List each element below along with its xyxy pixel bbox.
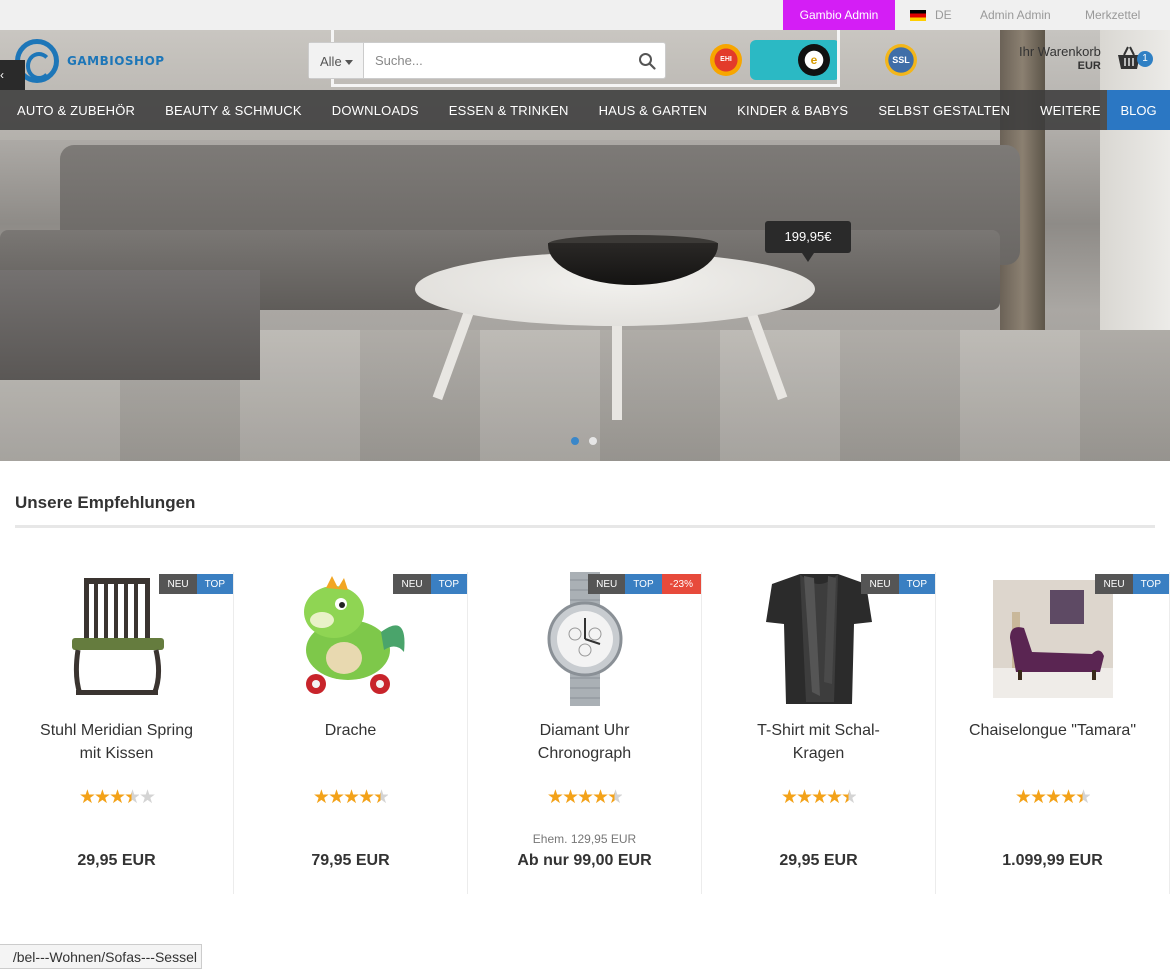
hero-sofa-chaise [0, 270, 260, 380]
product-ribbons: NEU TOP [159, 574, 233, 594]
product-name[interactable]: Drache [234, 719, 467, 742]
search-category-dropdown[interactable]: Alle [309, 43, 364, 78]
product-card[interactable]: NEU TOP Drache ★★★★★ 79,95 EUR [234, 572, 468, 894]
product-ribbons: NEU TOP -23% [588, 574, 701, 594]
category-nav: AUTO & ZUBEHÖR BEAUTY & SCHMUCK DOWNLOAD… [0, 90, 1170, 130]
section-divider [15, 525, 1155, 528]
product-name[interactable]: Stuhl Meridian Spring mit Kissen [0, 719, 233, 765]
slider-dot-1[interactable] [571, 437, 579, 445]
language-label: DE [935, 7, 952, 22]
product-name[interactable]: Diamant Uhr Chronograph [468, 719, 701, 765]
ribbon-top: TOP [625, 574, 662, 594]
product-rating: ★★★★★ [78, 787, 156, 808]
product-rating: ★★★★★ [312, 787, 390, 808]
language-selector[interactable]: DE [910, 0, 952, 30]
product-carousel: NEU TOP Stuhl Meridian Spring mit Kissen… [0, 572, 1170, 894]
product-price: Ab nur 99,00 EUR [517, 852, 652, 869]
product-price: 29,95 EUR [77, 852, 156, 869]
nav-item-downloads[interactable]: DOWNLOADS [317, 90, 434, 130]
ribbon-top: TOP [898, 574, 935, 594]
sidebar-toggle[interactable]: ‹ [0, 60, 25, 90]
product-card[interactable]: NEU TOP Stuhl Meridian Spring mit Kissen… [0, 572, 234, 894]
product-name[interactable]: T-Shirt mit Schal-Kragen [702, 719, 935, 765]
search-button[interactable] [629, 43, 665, 78]
product-ribbons: NEU TOP [861, 574, 935, 594]
product-card[interactable]: NEU TOP -23% Diamant Uhr Chronograph ★★★… [468, 572, 702, 894]
logo-text: GAMBIOSHOP [67, 54, 165, 68]
shop-logo[interactable]: GAMBIOSHOP [15, 39, 165, 83]
nav-item-beauty-schmuck[interactable]: BEAUTY & SCHMUCK [150, 90, 317, 130]
hero-window [1100, 30, 1170, 330]
product-old-price: Ehem. 129,95 EUR [532, 832, 637, 846]
user-account-link[interactable]: Admin Admin [980, 0, 1051, 31]
product-ribbons: NEU TOP [1095, 574, 1169, 594]
cart-title: Ihr Warenkorb [1019, 44, 1101, 59]
wishlist-link[interactable]: Merkzettel [1085, 0, 1140, 31]
product-rating: ★★★★★ [780, 787, 858, 808]
caret-down-icon [344, 60, 353, 66]
cart-amount: EUR [1077, 60, 1101, 72]
product-price: 29,95 EUR [779, 852, 858, 869]
ribbon-top: TOP [430, 574, 467, 594]
product-ribbons: NEU TOP [393, 574, 467, 594]
ribbon-new: NEU [861, 574, 899, 594]
nav-item-essen-trinken[interactable]: ESSEN & TRINKEN [434, 90, 584, 130]
ribbon-new: NEU [1095, 574, 1133, 594]
product-rating: ★★★★★ [546, 787, 624, 808]
search-bar: Alle [308, 42, 666, 79]
search-icon [639, 52, 656, 70]
nav-item-kinder-babys[interactable]: KINDER & BABYS [722, 90, 863, 130]
ribbon-top: TOP [1132, 574, 1169, 594]
cart-count-badge: 1 [1137, 51, 1153, 67]
product-card[interactable]: NEU TOP Chaiselongue "Tamara" ★★★★★ 1.09… [936, 572, 1170, 894]
nav-item-blog[interactable]: BLOG [1107, 90, 1170, 130]
browser-status-url: bel---Wohnen/Sofas---Sessel/ [0, 944, 202, 969]
slider-dot-2[interactable] [589, 437, 597, 445]
ribbon-top: TOP [196, 574, 233, 594]
trusted-shops-badge[interactable]: e [798, 44, 830, 76]
ribbon-new: NEU [159, 574, 197, 594]
product-name[interactable]: Chaiselongue "Tamara" [936, 719, 1169, 742]
hero-table-leg [612, 315, 622, 420]
ribbon-new: NEU [393, 574, 431, 594]
hero-price-tag[interactable]: 199,95€ [765, 221, 851, 262]
product-price: 79,95 EUR [311, 852, 390, 869]
ssl-seal-badge[interactable]: SSL [885, 44, 917, 76]
top-bar: Gambio Admin DE Admin Admin Merkzettel [0, 0, 1170, 30]
ribbon-new: NEU [588, 574, 626, 594]
cart-link[interactable]: Ihr Warenkorb EUR [1019, 44, 1101, 72]
product-price: 1.099,99 EUR [1002, 852, 1103, 869]
nav-item-auto-zubehoer[interactable]: AUTO & ZUBEHÖR [0, 90, 150, 130]
search-input[interactable] [364, 43, 629, 78]
nav-item-haus-garten[interactable]: HAUS & GARTEN [584, 90, 723, 130]
search-category-label: Alle [320, 54, 342, 69]
nav-item-weitere[interactable]: WEITERE [1025, 90, 1116, 130]
ehi-seal-badge[interactable]: EHI [710, 44, 742, 76]
recommendations-title: Unsere Empfehlungen [15, 493, 196, 512]
product-rating: ★★★★★ [1014, 787, 1092, 808]
ribbon-discount: -23% [661, 574, 701, 594]
product-card[interactable]: NEU TOP T-Shirt mit Schal-Kragen ★★★★★ 2… [702, 572, 936, 894]
gambio-admin-link[interactable]: Gambio Admin [783, 0, 895, 30]
slider-pagination [571, 437, 597, 445]
nav-item-selbst-gestalten[interactable]: SELBST GESTALTEN [863, 90, 1025, 130]
german-flag-icon [910, 9, 926, 21]
